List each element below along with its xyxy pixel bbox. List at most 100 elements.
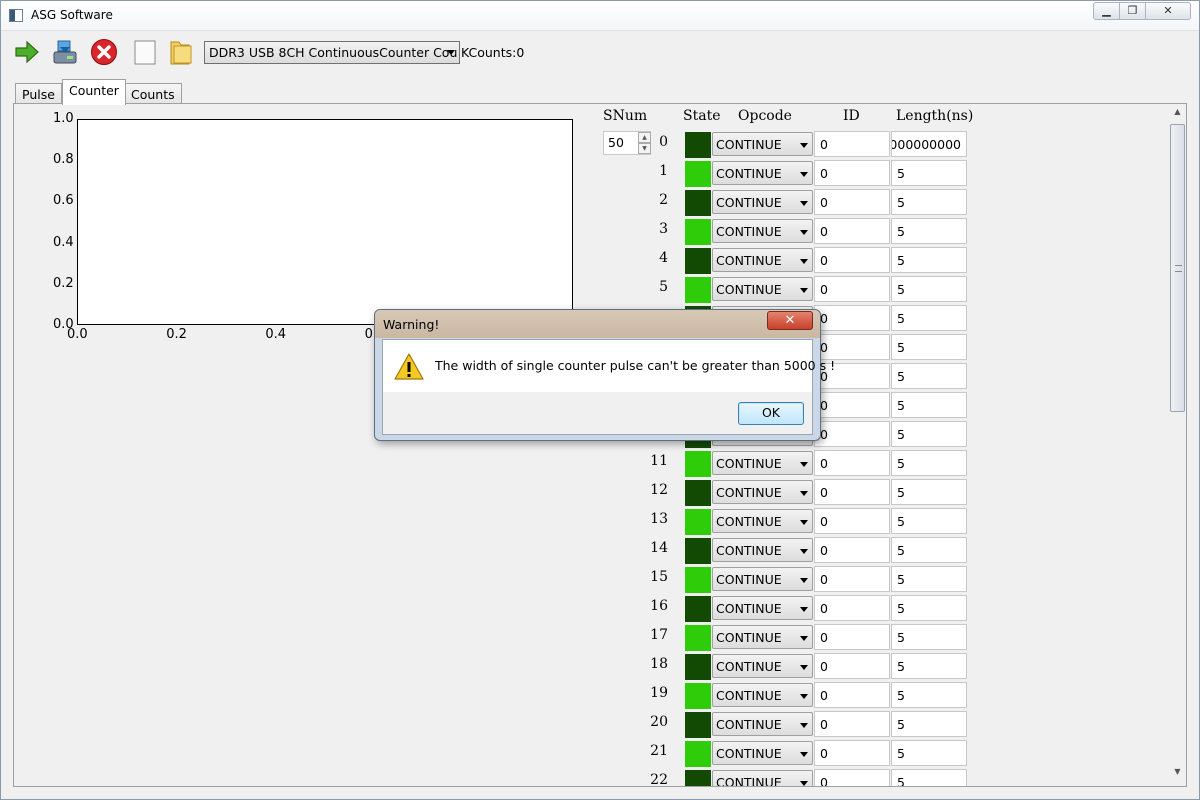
length-field[interactable]: 5 xyxy=(891,682,967,708)
id-field[interactable]: 0 xyxy=(814,160,890,186)
tab-counter[interactable]: Counter xyxy=(62,79,126,105)
dialog-close-button[interactable]: ✕ xyxy=(767,311,813,330)
id-field[interactable]: 0 xyxy=(814,740,890,766)
opcode-select[interactable]: CONTINUE xyxy=(712,538,813,562)
length-field[interactable]: 5 xyxy=(891,479,967,505)
state-toggle[interactable] xyxy=(685,190,711,216)
opcode-select[interactable]: CONTINUE xyxy=(712,480,813,504)
state-toggle[interactable] xyxy=(685,596,711,622)
dialog-title-bar[interactable]: Warning! ✕ xyxy=(375,310,820,338)
length-field[interactable]: 5 xyxy=(891,247,967,273)
state-toggle[interactable] xyxy=(685,625,711,651)
length-field[interactable]: 5 xyxy=(891,363,967,389)
length-field[interactable]: 5 xyxy=(891,508,967,534)
length-field[interactable]: 5 xyxy=(891,421,967,447)
stop-icon[interactable] xyxy=(90,38,118,66)
scroll-thumb[interactable] xyxy=(1170,124,1185,412)
length-field[interactable]: 5 xyxy=(891,218,967,244)
length-field[interactable]: 5 xyxy=(891,769,967,786)
id-field[interactable]: 0 xyxy=(814,595,890,621)
id-field[interactable]: 0 xyxy=(814,566,890,592)
id-field[interactable]: 0 xyxy=(814,479,890,505)
opcode-select[interactable]: CONTINUE xyxy=(712,132,813,156)
opcode-select[interactable]: CONTINUE xyxy=(712,567,813,591)
id-field[interactable]: 0 xyxy=(814,218,890,244)
id-field[interactable]: 0 xyxy=(814,537,890,563)
length-field[interactable]: 5 xyxy=(891,450,967,476)
minimize-button[interactable]: ▁ xyxy=(1093,2,1120,20)
id-field[interactable]: 0 xyxy=(814,711,890,737)
state-toggle[interactable] xyxy=(685,480,711,506)
maximize-button[interactable]: ❐ xyxy=(1119,2,1146,20)
length-field[interactable]: 5 xyxy=(891,305,967,331)
device-select[interactable]: DDR3 USB 8CH ContinuousCounter Cou xyxy=(204,41,460,64)
id-field[interactable]: 0 xyxy=(814,247,890,273)
state-toggle[interactable] xyxy=(685,654,711,680)
id-field[interactable]: 0 xyxy=(814,508,890,534)
id-field[interactable]: 0 xyxy=(814,682,890,708)
state-toggle[interactable] xyxy=(685,451,711,477)
length-field[interactable]: 5 xyxy=(891,537,967,563)
opcode-select[interactable]: CONTINUE xyxy=(712,625,813,649)
id-field[interactable]: 0 xyxy=(814,305,890,331)
state-toggle[interactable] xyxy=(685,538,711,564)
state-toggle[interactable] xyxy=(685,248,711,274)
opcode-select[interactable]: CONTINUE xyxy=(712,277,813,301)
state-toggle[interactable] xyxy=(685,219,711,245)
id-field[interactable]: 0 xyxy=(814,131,890,157)
length-field[interactable]: 5 xyxy=(891,740,967,766)
id-field[interactable]: 0 xyxy=(814,421,890,447)
opcode-select[interactable]: CONTINUE xyxy=(712,596,813,620)
state-toggle[interactable] xyxy=(685,770,711,786)
tab-pulse[interactable]: Pulse xyxy=(15,83,62,104)
run-arrow-icon[interactable] xyxy=(13,38,41,66)
length-field[interactable]: 5 xyxy=(891,276,967,302)
vertical-scrollbar[interactable]: ▲ ▼ xyxy=(1169,107,1186,784)
scroll-down-icon[interactable]: ▼ xyxy=(1169,767,1186,784)
length-field[interactable]: 5 xyxy=(891,392,967,418)
length-field[interactable]: 5 xyxy=(891,595,967,621)
open-folder-icon[interactable] xyxy=(167,38,195,66)
id-field[interactable]: 0 xyxy=(814,334,890,360)
state-toggle[interactable] xyxy=(685,567,711,593)
id-field[interactable]: 0 xyxy=(814,769,890,786)
opcode-select[interactable]: CONTINUE xyxy=(712,654,813,678)
id-field[interactable]: 0 xyxy=(814,189,890,215)
state-toggle[interactable] xyxy=(685,712,711,738)
state-toggle[interactable] xyxy=(685,509,711,535)
opcode-select[interactable]: CONTINUE xyxy=(712,161,813,185)
length-field[interactable]: 5 xyxy=(891,189,967,215)
opcode-select[interactable]: CONTINUE xyxy=(712,219,813,243)
length-field[interactable]: 5 xyxy=(891,653,967,679)
length-field[interactable]: 5 xyxy=(891,624,967,650)
id-field[interactable]: 0 xyxy=(814,392,890,418)
opcode-select[interactable]: CONTINUE xyxy=(712,770,813,786)
opcode-select[interactable]: CONTINUE xyxy=(712,509,813,533)
scroll-up-icon[interactable]: ▲ xyxy=(1169,107,1186,124)
id-field[interactable]: 0 xyxy=(814,276,890,302)
opcode-select[interactable]: CONTINUE xyxy=(712,683,813,707)
download-icon[interactable] xyxy=(51,38,79,66)
opcode-select[interactable]: CONTINUE xyxy=(712,190,813,214)
length-field[interactable]: 1000000000 xyxy=(891,131,967,157)
opcode-select[interactable]: CONTINUE xyxy=(712,248,813,272)
title-bar[interactable]: ASG Software ▁ ❐ ✕ xyxy=(1,1,1199,31)
opcode-select[interactable]: CONTINUE xyxy=(712,451,813,475)
close-window-button[interactable]: ✕ xyxy=(1145,2,1191,20)
state-toggle[interactable] xyxy=(685,741,711,767)
state-toggle[interactable] xyxy=(685,277,711,303)
opcode-select[interactable]: CONTINUE xyxy=(712,741,813,765)
length-field[interactable]: 5 xyxy=(891,566,967,592)
state-toggle[interactable] xyxy=(685,161,711,187)
state-toggle[interactable] xyxy=(685,132,711,158)
state-toggle[interactable] xyxy=(685,683,711,709)
id-field[interactable]: 0 xyxy=(814,653,890,679)
opcode-select[interactable]: CONTINUE xyxy=(712,712,813,736)
length-field[interactable]: 5 xyxy=(891,334,967,360)
length-field[interactable]: 5 xyxy=(891,160,967,186)
ok-button[interactable]: OK xyxy=(738,402,804,425)
id-field[interactable]: 0 xyxy=(814,624,890,650)
id-field[interactable]: 0 xyxy=(814,450,890,476)
tab-counts[interactable]: Counts xyxy=(124,83,182,104)
new-document-icon[interactable] xyxy=(131,38,159,66)
